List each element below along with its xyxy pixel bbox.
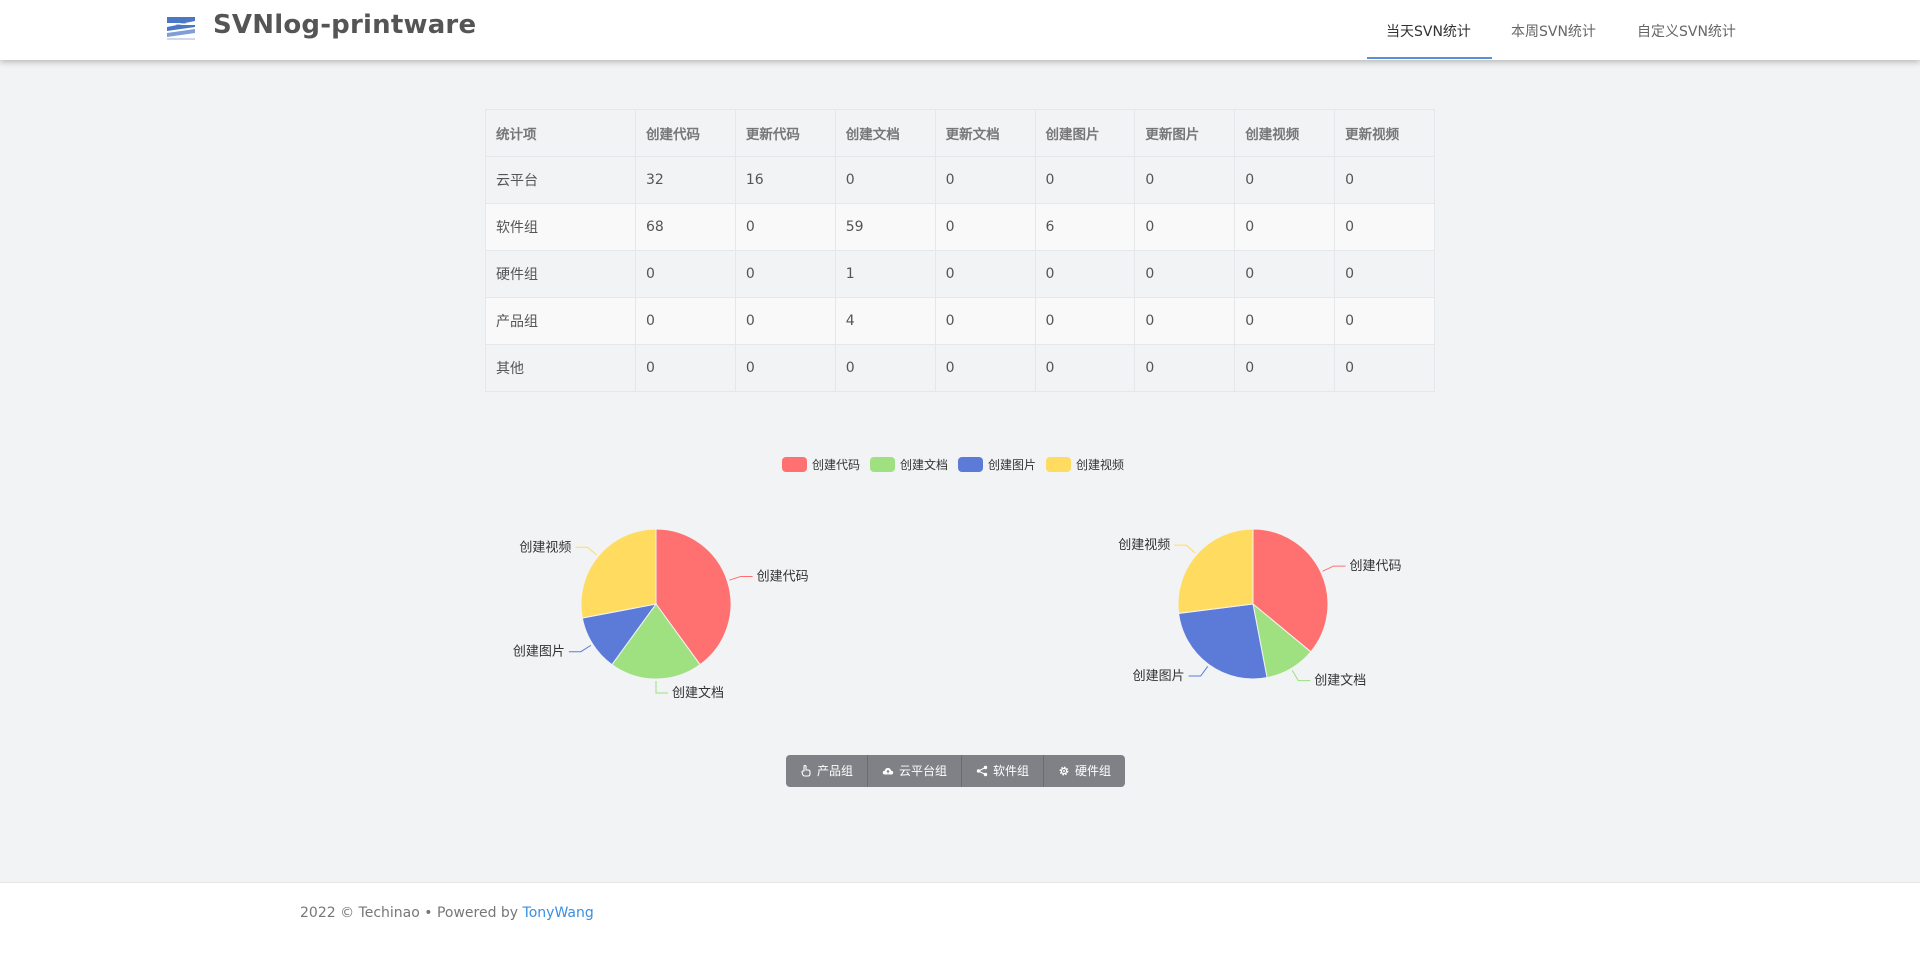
pie-slice[interactable]: [1177, 528, 1254, 614]
pie-slice-label: 创建视频: [519, 540, 571, 555]
nav-week-stats[interactable]: 本周SVN统计: [1511, 21, 1596, 41]
logo-icon[interactable]: [165, 13, 197, 41]
pie-label-line: [568, 644, 592, 653]
pie-label-line: [729, 575, 753, 581]
button-label: 云平台组: [899, 764, 948, 778]
product-group-button[interactable]: 产品组: [786, 755, 869, 787]
button-label: 产品组: [817, 764, 854, 778]
nav-today-stats[interactable]: 当天SVN统计: [1386, 21, 1471, 41]
pie-slice-label: 创建代码: [757, 569, 809, 584]
copyright-text: 2022 © Techinao • Powered by: [300, 905, 523, 921]
button-label: 硬件组: [1075, 764, 1112, 778]
pie-slice-label: 创建文档: [1314, 674, 1366, 689]
pie-label-line: [1291, 670, 1311, 682]
gear-icon: [1059, 766, 1069, 776]
top-navbar: SVNlog-printware 当天SVN统计 本周SVN统计 自定义SVN统…: [0, 0, 1920, 60]
pie-slice[interactable]: [580, 528, 657, 619]
pie-charts: 创建代码创建文档 创建图片 创建视频创建代码创建文档 创建图片 创建视频: [513, 528, 1402, 701]
share-icon: [976, 765, 988, 777]
cloud-platform-group-button[interactable]: 云平台组: [868, 755, 963, 787]
software-group-button[interactable]: 软件组: [962, 755, 1045, 787]
group-filter-buttons: 产品组 云平台组 软件组 硬件组: [786, 755, 1126, 787]
footer: 2022 © Techinao • Powered by TonyWang: [0, 882, 1920, 962]
pie-chart-1: 创建代码创建文档 创建图片 创建视频: [513, 528, 809, 701]
pie-slice-label: 创建代码: [1350, 559, 1402, 574]
button-label: 软件组: [993, 764, 1030, 778]
pie-slice-label: 创建图片: [1133, 669, 1185, 684]
pie-slice-label: 创建视频: [1118, 538, 1170, 553]
pie-slice[interactable]: [1178, 603, 1268, 680]
app-title[interactable]: SVNlog-printware: [213, 10, 476, 40]
cloud-icon: [882, 768, 894, 775]
pie-label-line: [1188, 666, 1209, 677]
pie-label-line: [1174, 544, 1196, 554]
active-nav-indicator: [1367, 57, 1492, 59]
hardware-group-button[interactable]: 硬件组: [1044, 755, 1126, 787]
author-link[interactable]: TonyWang: [523, 905, 594, 921]
pie-slice-label: 创建图片: [513, 645, 565, 660]
pie-label-line: [575, 546, 597, 556]
hand-pointer-icon: [801, 765, 811, 777]
pie-label-line: [655, 681, 668, 694]
nav-custom-stats[interactable]: 自定义SVN统计: [1637, 21, 1736, 41]
pie-chart-2: 创建代码创建文档 创建图片 创建视频: [1118, 528, 1402, 689]
footer-text: 2022 © Techinao • Powered by TonyWang: [300, 905, 594, 921]
pie-label-line: [1322, 565, 1346, 572]
pie-slice-label: 创建文档: [672, 686, 724, 701]
